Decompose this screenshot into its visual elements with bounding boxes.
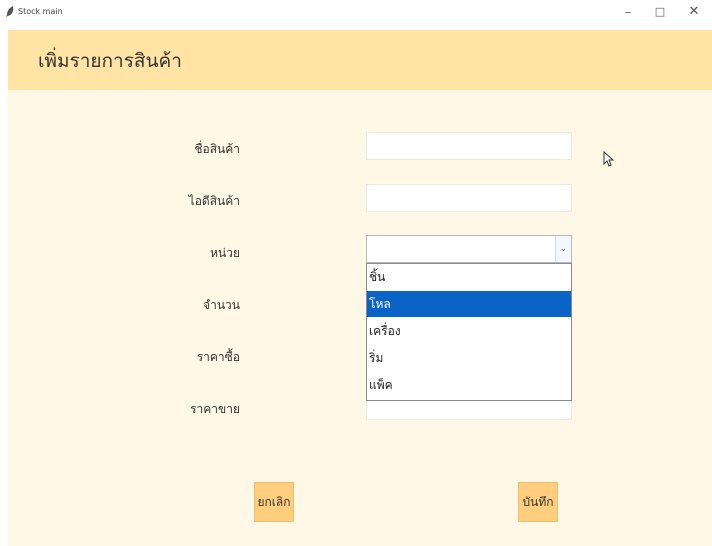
cancel-button[interactable]: ยกเลิก <box>254 482 294 522</box>
unit-option[interactable]: เครื่อง <box>367 318 571 344</box>
buy-price-label: ราคาซื้อ <box>196 350 240 364</box>
unit-option[interactable]: แพ็ค <box>367 372 571 398</box>
unit-option[interactable]: ชิ้น <box>367 264 571 290</box>
minimize-button[interactable]: – <box>618 4 638 20</box>
unit-select[interactable]: ⌄ <box>366 235 572 263</box>
product-id-input[interactable] <box>366 184 572 212</box>
feather-icon <box>6 6 14 17</box>
product-id-label: ไอดีสินค้า <box>188 194 240 208</box>
unit-option-selected[interactable]: โหล <box>367 291 571 317</box>
window-title: Stock main <box>18 7 63 16</box>
quantity-label: จำนวน <box>203 298 240 312</box>
maximize-button[interactable]: □ <box>650 4 670 20</box>
save-button[interactable]: บันทึก <box>518 482 558 522</box>
page-header: เพิ่มรายการสินค้า <box>8 30 712 90</box>
product-name-label: ชื่อสินค้า <box>194 142 240 156</box>
sell-price-label: ราคาขาย <box>190 402 240 416</box>
close-button[interactable]: ✕ <box>684 4 704 20</box>
unit-option[interactable]: ริ่ม <box>367 345 571 371</box>
unit-label: หน่วย <box>210 246 240 260</box>
product-name-input[interactable] <box>366 132 572 160</box>
chevron-down-icon[interactable]: ⌄ <box>555 236 571 262</box>
window-titlebar: Stock main – □ ✕ <box>0 0 712 24</box>
page-title: เพิ่มรายการสินค้า <box>38 50 182 72</box>
unit-dropdown-list: ชิ้น โหล เครื่อง ริ่ม แพ็ค <box>366 263 572 401</box>
mouse-pointer-icon <box>603 151 615 167</box>
